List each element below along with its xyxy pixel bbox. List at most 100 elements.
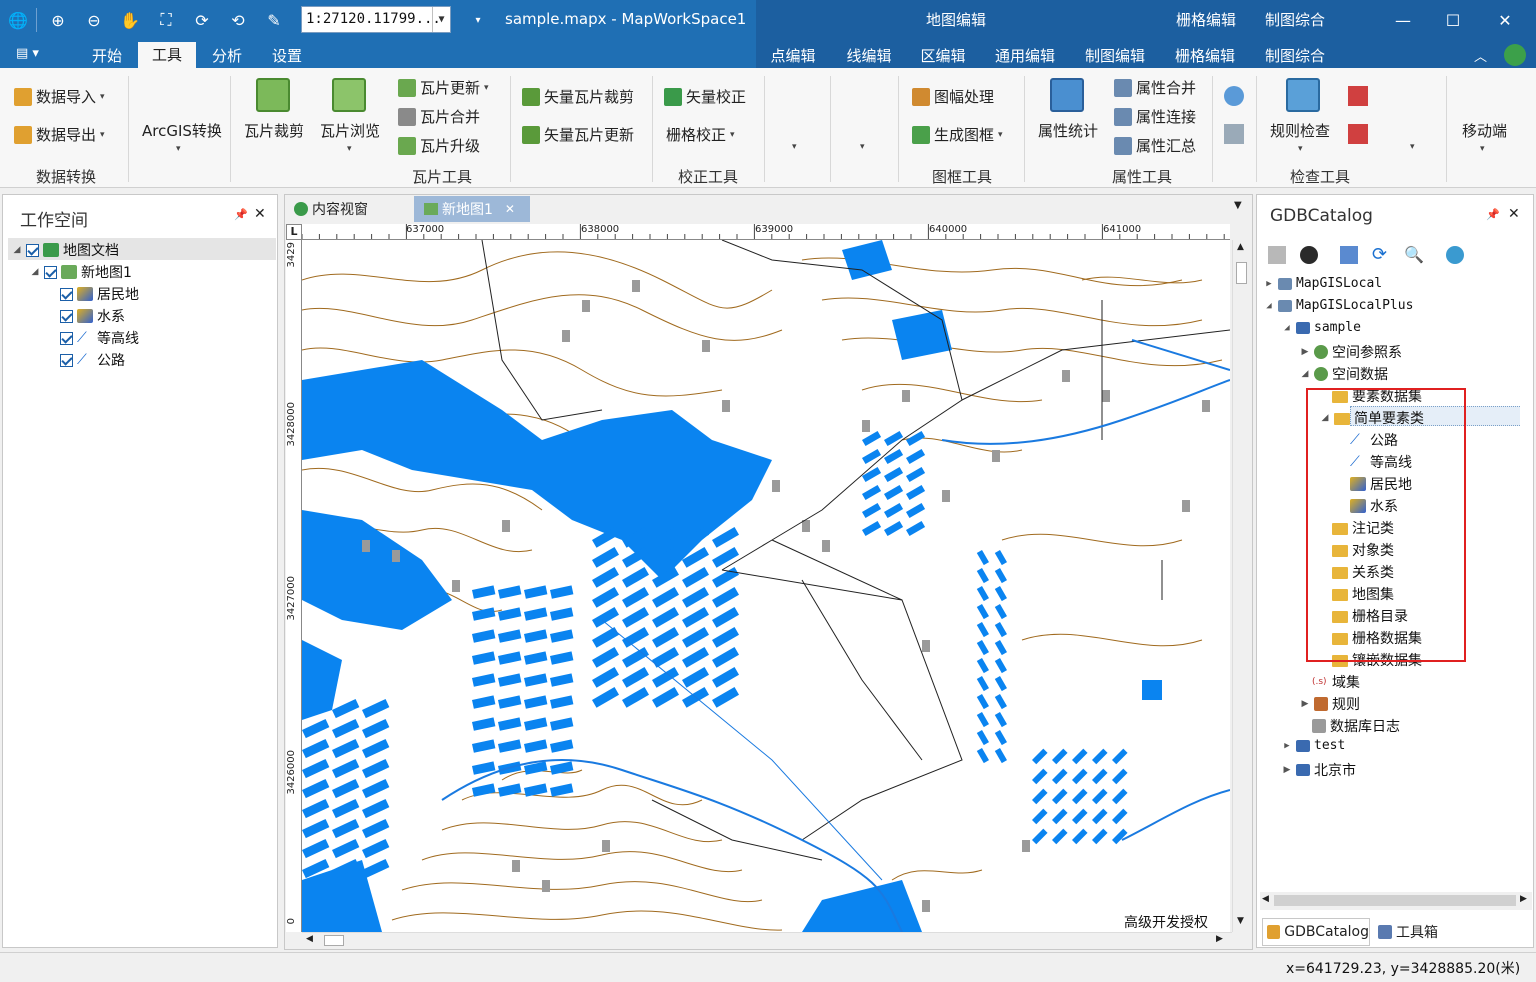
attribute-stats-button[interactable]: 属性统计 (1038, 120, 1098, 141)
tab-toolbox[interactable]: 工具箱 (1378, 918, 1458, 946)
magic-select-icon[interactable]: ✎ (262, 8, 286, 32)
scroll-thumb[interactable] (324, 935, 344, 946)
scroll-right-icon[interactable]: ▶ (1216, 934, 1223, 944)
tile-browse-button[interactable]: 瓦片浏览 (320, 120, 380, 141)
settings-window-icon[interactable] (1340, 246, 1358, 264)
tree-item-layer[interactable]: 居民地 (60, 284, 139, 304)
tree-item-server[interactable]: ▶ MapGISLocal (1264, 276, 1382, 291)
chevron-down-icon[interactable]: ▾ (792, 142, 797, 152)
tab-tools[interactable]: 工具 (138, 42, 196, 69)
full-extent-icon[interactable]: ⛶ (154, 8, 178, 32)
tree-item[interactable]: (.s) 域集 (1312, 672, 1360, 692)
tree-item-layer[interactable]: 水系 (60, 306, 125, 326)
scroll-thumb[interactable] (1274, 895, 1516, 906)
catalog-hscrollbar[interactable]: ◀ ▶ (1260, 892, 1532, 910)
checkbox[interactable] (60, 331, 73, 345)
tab-settings[interactable]: 设置 (260, 44, 314, 68)
checkbox[interactable] (60, 353, 73, 367)
tile-update-button[interactable]: 瓦片更新 ▾ (398, 77, 489, 98)
data-import-button[interactable]: 数据导入 ▾ (14, 86, 105, 107)
tree-item-layer[interactable]: ⟋ 公路 (60, 350, 125, 370)
collapse-ribbon-icon[interactable]: ︿ (1474, 46, 1487, 65)
tab-line-edit[interactable]: 线编辑 (836, 44, 902, 68)
chevron-down-icon[interactable]: ▾ (1298, 144, 1303, 154)
tab-analysis[interactable]: 分析 (200, 44, 254, 68)
disconnect-icon[interactable] (1268, 246, 1286, 264)
table-icon[interactable] (1224, 124, 1244, 144)
ctx-tab-cartography[interactable]: 制图综合 (1265, 9, 1325, 30)
pie-chart-icon[interactable] (1224, 86, 1244, 106)
tree-item-map-doc[interactable]: ◢ 地图文档 (12, 240, 119, 260)
maximize-icon[interactable]: ☐ (1430, 6, 1476, 34)
tab-carto-edit[interactable]: 制图编辑 (1078, 44, 1152, 68)
scroll-down-icon[interactable]: ▼ (1237, 916, 1244, 926)
ruler-corner[interactable]: L (286, 224, 302, 240)
help-globe-icon[interactable] (1504, 44, 1526, 66)
tree-item[interactable]: ▶ 空间参照系 (1300, 342, 1402, 362)
chevron-down-icon[interactable]: ▼ (432, 7, 450, 32)
scroll-thumb[interactable] (1236, 262, 1247, 284)
vertical-scrollbar[interactable]: ▲ ▼ (1232, 240, 1250, 932)
scroll-right-icon[interactable]: ▶ (1520, 894, 1527, 904)
close-icon[interactable]: ✕ (505, 202, 515, 216)
tree-item-database[interactable]: ◢ sample (1282, 320, 1361, 335)
refresh-icon[interactable]: ⟳ (1372, 246, 1390, 264)
refresh-icon[interactable]: ⟳ (190, 8, 214, 32)
generate-frame-button[interactable]: 生成图框 ▾ (912, 124, 1003, 145)
tile-clip-button[interactable]: 瓦片裁剪 (244, 120, 304, 141)
tab-area-edit[interactable]: 区编辑 (910, 44, 976, 68)
scroll-left-icon[interactable]: ◀ (306, 934, 313, 944)
tree-item[interactable]: ▶ 规则 (1300, 694, 1360, 714)
attribute-merge-button[interactable]: 属性合并 (1114, 77, 1196, 98)
tab-point-edit[interactable]: 点编辑 (760, 44, 826, 68)
attribute-join-button[interactable]: 属性连接 (1114, 106, 1196, 127)
checkbox[interactable] (60, 309, 73, 323)
vector-tile-clip-button[interactable]: 矢量瓦片裁剪 (522, 86, 634, 107)
tree-item[interactable]: 数据库日志 (1312, 716, 1400, 736)
chevron-down-icon[interactable]: ▾ (1410, 142, 1415, 152)
chevron-down-icon[interactable]: ▾ (176, 144, 181, 154)
scale-combobox[interactable]: 1:27120.11799... ▼ (301, 6, 451, 33)
pin-icon[interactable]: 📌 (1486, 208, 1500, 221)
file-menu-icon[interactable]: ▤ ▾ (16, 46, 50, 66)
map-canvas[interactable] (302, 240, 1230, 932)
checkbox[interactable] (26, 243, 39, 257)
camera-icon[interactable] (1300, 246, 1318, 264)
close-icon[interactable]: ✕ (1508, 206, 1520, 222)
customize-qa-icon[interactable]: ▾ (466, 8, 490, 32)
sheet-process-button[interactable]: 图幅处理 (912, 86, 994, 107)
tab-general-edit[interactable]: 通用编辑 (988, 44, 1062, 68)
app-globe-icon[interactable]: 🌐 (6, 8, 30, 32)
tree-item-database[interactable]: ▶ 北京市 (1282, 760, 1356, 780)
tree-item-database[interactable]: ▶ test (1282, 738, 1345, 753)
search-icon[interactable]: 🔍 (1404, 246, 1424, 264)
checkbox[interactable] (60, 287, 73, 301)
tree-item-new-map[interactable]: ◢ 新地图1 (30, 262, 132, 282)
scroll-left-icon[interactable]: ◀ (1262, 894, 1269, 904)
close-icon[interactable]: ✕ (254, 206, 266, 222)
chevron-down-icon[interactable]: ▾ (1480, 144, 1485, 154)
tree-item[interactable]: ◢ 空间数据 (1300, 364, 1388, 384)
chevron-down-icon[interactable]: ▾ (860, 142, 865, 152)
restore-view-icon[interactable]: ⟲ (226, 8, 250, 32)
globe-icon[interactable] (1446, 246, 1464, 264)
chevron-down-icon[interactable]: ▾ (347, 144, 352, 154)
tab-cartography2[interactable]: 制图综合 (1258, 44, 1332, 68)
chevron-down-icon[interactable]: ▼ (1234, 200, 1242, 211)
raster-correct-button[interactable]: 栅格校正 ▾ (666, 124, 735, 145)
error-check-icon[interactable] (1348, 86, 1368, 106)
checkbox[interactable] (44, 265, 57, 279)
tile-merge-button[interactable]: 瓦片合并 (398, 106, 480, 127)
pin-icon[interactable]: 📌 (234, 208, 248, 221)
tree-item-server[interactable]: ◢ MapGISLocalPlus (1264, 298, 1413, 313)
close-icon[interactable]: ✕ (1482, 6, 1528, 34)
tile-upgrade-button[interactable]: 瓦片升级 (398, 135, 480, 156)
arcgis-convert-button[interactable]: ArcGIS转换 (142, 120, 222, 141)
tab-raster-edit2[interactable]: 栅格编辑 (1168, 44, 1242, 68)
tab-gdbcatalog[interactable]: GDBCatalog (1262, 918, 1370, 946)
tab-new-map[interactable]: 新地图1 ✕ (414, 196, 530, 222)
tab-content-view[interactable]: 内容视窗 (294, 196, 410, 222)
vector-correct-button[interactable]: 矢量校正 (664, 86, 746, 107)
horizontal-scrollbar[interactable]: ◀ ▶ (302, 932, 1232, 948)
scroll-up-icon[interactable]: ▲ (1237, 242, 1244, 252)
